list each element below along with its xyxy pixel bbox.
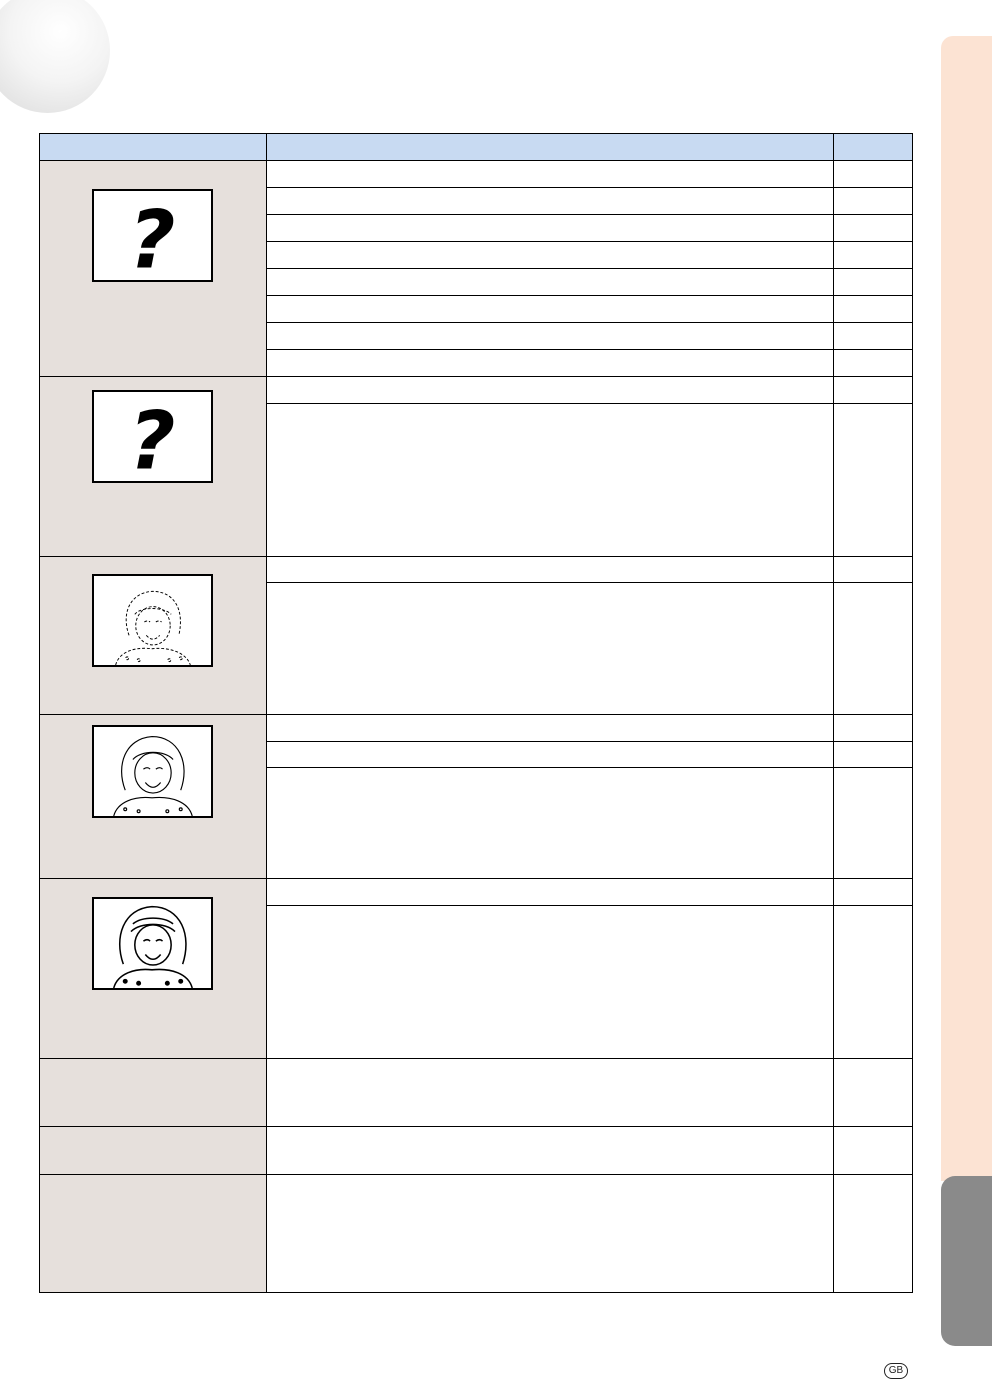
table-row [39, 1058, 913, 1127]
section-corner-circle [0, 0, 110, 113]
clear-portrait-image [92, 897, 213, 990]
check-cell [266, 741, 834, 768]
check-cell [266, 1174, 834, 1293]
header-problem [39, 133, 267, 161]
troubleshooting-table: ? ? [39, 133, 913, 1293]
page-cell [833, 582, 913, 715]
page-cell [833, 214, 913, 242]
page-cell [833, 1126, 913, 1175]
problem-cell: ? [39, 160, 267, 377]
page-cell [833, 322, 913, 350]
check-cell [266, 214, 834, 242]
page-cell [833, 376, 913, 404]
check-cell [266, 767, 834, 879]
page-cell [833, 241, 913, 269]
side-section-tab [941, 36, 992, 1181]
page-cell [833, 403, 913, 557]
svg-text:?: ? [129, 394, 176, 481]
faded-portrait-image [92, 574, 213, 667]
page-cell [833, 556, 913, 583]
table-row [39, 1174, 913, 1293]
question-mark-image: ? [92, 390, 213, 483]
check-cell [266, 1058, 834, 1127]
check-cell [266, 160, 834, 188]
table-row: ? [39, 376, 913, 557]
check-cell [266, 322, 834, 350]
problem-cell [39, 1174, 267, 1293]
header-check [266, 133, 834, 161]
check-cell [266, 905, 834, 1059]
check-cell [266, 376, 834, 404]
page-cell [833, 741, 913, 768]
check-cell [266, 187, 834, 215]
check-cell [266, 403, 834, 557]
check-cell [266, 241, 834, 269]
page-cell [833, 878, 913, 906]
table-row [39, 714, 913, 879]
region-badge: GB [884, 1363, 908, 1379]
problem-cell [39, 556, 267, 715]
problem-cell [39, 1058, 267, 1127]
page-cell [833, 1058, 913, 1127]
check-cell [266, 1126, 834, 1175]
page-cell [833, 349, 913, 377]
page-cell [833, 268, 913, 296]
question-mark-image: ? [92, 189, 213, 282]
header-page [833, 133, 913, 161]
check-cell [266, 268, 834, 296]
page-cell [833, 295, 913, 323]
check-cell [266, 878, 834, 906]
page-cell [833, 767, 913, 879]
page-cell [833, 187, 913, 215]
side-chapter-tab [941, 1176, 992, 1346]
check-cell [266, 582, 834, 715]
table-row [39, 878, 913, 1059]
problem-cell [39, 878, 267, 1059]
check-cell [266, 714, 834, 742]
table-row: ? [39, 160, 913, 377]
check-cell [266, 295, 834, 323]
problem-cell [39, 1126, 267, 1175]
table-row [39, 556, 913, 715]
page-cell [833, 905, 913, 1059]
page-cell [833, 1174, 913, 1293]
svg-text:?: ? [129, 193, 176, 280]
table-row [39, 1126, 913, 1175]
page-cell [833, 714, 913, 742]
problem-cell [39, 714, 267, 879]
check-cell [266, 349, 834, 377]
problem-cell: ? [39, 376, 267, 557]
page-cell [833, 160, 913, 188]
table-header-row [39, 133, 913, 161]
check-cell [266, 556, 834, 583]
light-portrait-image [92, 725, 213, 818]
